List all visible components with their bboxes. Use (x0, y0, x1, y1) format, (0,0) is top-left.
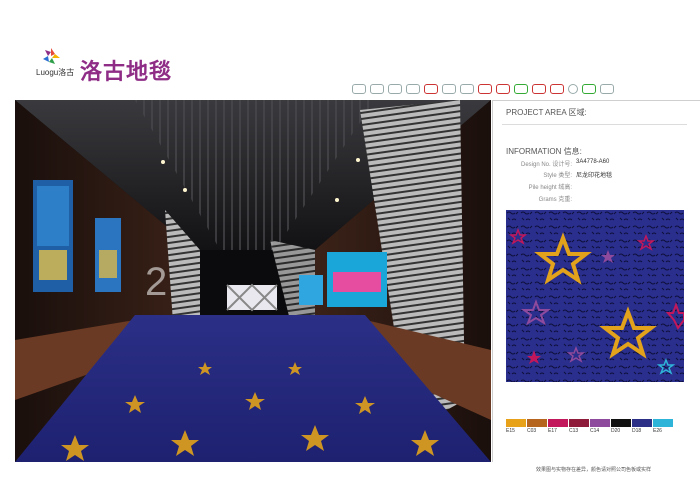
carpet-swatch-image (506, 210, 684, 382)
cert-badge-icon (424, 84, 438, 94)
color-code: D18 (632, 428, 642, 434)
color-chip: E15 (506, 419, 526, 434)
color-swatch (632, 419, 652, 427)
cert-badge-icon (406, 84, 420, 94)
color-code: C13 (569, 428, 579, 434)
color-swatch (548, 419, 568, 427)
footer-disclaimer: 效果图与实物存在差异，颜色请对照公司色板或实样 (536, 467, 652, 473)
cert-badge-icon (496, 84, 510, 94)
cert-badge-icon (478, 84, 492, 94)
information-heading: INFORMATION 信息: (506, 147, 582, 156)
color-code: C14 (590, 428, 600, 434)
cert-badge-icon (388, 84, 402, 94)
color-swatch (590, 419, 610, 427)
panel-divider (492, 100, 493, 462)
cert-badge-icon (460, 84, 474, 94)
color-chip: C14 (590, 419, 610, 434)
certification-badges (352, 82, 652, 96)
color-code: E15 (506, 428, 515, 434)
project-area-label: PROJECT AREA 区域: (506, 108, 587, 117)
design-no-value: 3A4778-A60 (576, 159, 610, 165)
color-chip: D18 (632, 419, 652, 434)
luogu-logo-icon (43, 48, 60, 64)
color-chip: C13 (569, 419, 589, 434)
color-code: D20 (611, 428, 621, 434)
pile-height-label: Pile height 绒高: (528, 185, 572, 191)
grams-label: Grams 克重: (538, 197, 572, 203)
color-chip: D20 (611, 419, 631, 434)
color-code: E17 (548, 428, 557, 434)
cert-badge-icon (550, 84, 564, 94)
style-value: 尼龙印花地毯 (576, 173, 613, 179)
color-swatch (527, 419, 547, 427)
cert-badge-icon (532, 84, 546, 94)
cert-badge-icon (568, 84, 578, 94)
logo-wordmark: Luogu洛古 (36, 68, 75, 77)
panel-separator (502, 124, 687, 125)
color-code: E26 (653, 428, 662, 434)
panel-top-rule (493, 100, 700, 101)
color-chip: E17 (548, 419, 568, 434)
design-no-label: Design No. 设计号: (520, 162, 572, 168)
cinema-corridor-photo: 2 (15, 100, 491, 462)
color-chip: E26 (653, 419, 673, 434)
cert-badge-icon (352, 84, 366, 94)
color-code: C03 (527, 428, 537, 434)
color-palette: E15 C03 E17 C13 C14 D20 D18 E26 (506, 419, 673, 434)
color-swatch (653, 419, 673, 427)
color-chip: C03 (527, 419, 547, 434)
cert-badge-icon (582, 84, 596, 94)
brand-title: 洛古地毯 (80, 60, 173, 85)
color-swatch (611, 419, 631, 427)
cert-badge-icon (600, 84, 614, 94)
style-label: Style 类型: (543, 173, 572, 179)
color-swatch (569, 419, 589, 427)
cert-badge-icon (514, 84, 528, 94)
cert-badge-icon (370, 84, 384, 94)
svg-text:2: 2 (145, 260, 167, 304)
cert-badge-icon (442, 84, 456, 94)
color-swatch (506, 419, 526, 427)
